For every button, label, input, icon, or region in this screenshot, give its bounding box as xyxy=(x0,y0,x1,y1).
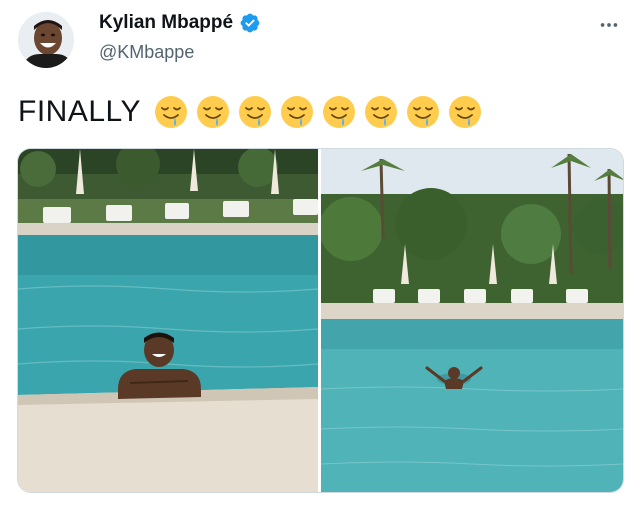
pool-photo-right-image xyxy=(321,149,623,492)
drooling-face-emoji xyxy=(323,96,355,128)
pool-photo-left-image xyxy=(18,149,318,492)
more-horizontal-icon xyxy=(600,23,618,27)
drooling-face-emoji xyxy=(365,96,397,128)
pool-photo-right[interactable] xyxy=(321,149,623,492)
drooling-face-emoji xyxy=(239,96,271,128)
author-handle[interactable]: @KMbappe xyxy=(99,42,194,63)
tweet-text: FINALLY xyxy=(18,94,489,130)
more-options-button[interactable] xyxy=(598,14,620,36)
pool-photo-left[interactable] xyxy=(18,149,318,492)
emoji-row xyxy=(153,94,489,130)
tweet-text-content: FINALLY xyxy=(18,95,141,128)
drooling-face-emoji xyxy=(449,96,481,128)
avatar-image xyxy=(18,12,74,68)
drooling-face-emoji xyxy=(197,96,229,128)
drooling-face-emoji xyxy=(155,96,187,128)
author-name-row[interactable]: Kylian Mbappé xyxy=(99,12,261,34)
drooling-face-emoji xyxy=(281,96,313,128)
profile-avatar[interactable] xyxy=(18,12,74,68)
verified-badge-icon xyxy=(240,13,260,33)
drooling-face-emoji xyxy=(407,96,439,128)
tweet-media xyxy=(17,148,624,493)
author-display-name[interactable]: Kylian Mbappé xyxy=(99,12,233,34)
